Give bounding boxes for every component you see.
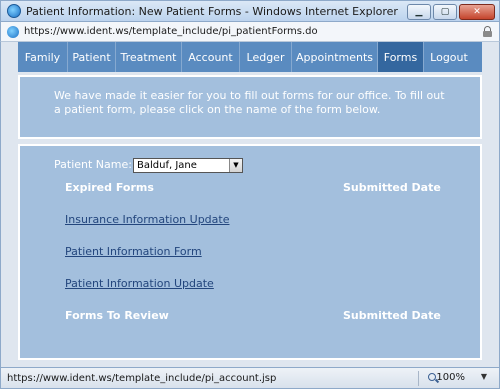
zoom-dropdown-icon[interactable]: ▼: [481, 372, 487, 381]
nav-item-patient[interactable]: Patient: [68, 42, 116, 72]
window-controls: ▁ ▢ ✕: [407, 4, 495, 20]
patient-name-select[interactable]: Balduf, Jane ▼: [133, 158, 243, 173]
page-content: Family Patient Treatment Account Ledger …: [0, 42, 500, 367]
nav-item-appointments[interactable]: Appointments: [292, 42, 378, 72]
nav-item-logout[interactable]: Logout: [424, 42, 474, 72]
form-link-patient-information-update[interactable]: Patient Information Update: [65, 277, 214, 290]
patient-name-label: Patient Name:: [54, 158, 132, 171]
ie-page-icon: [7, 25, 19, 38]
ie-logo-icon: [7, 4, 21, 18]
intro-text: We have made it easier for you to fill o…: [54, 89, 445, 116]
expired-submitted-date-heading: Submitted Date: [343, 181, 441, 194]
nav-item-account[interactable]: Account: [182, 42, 240, 72]
status-bar: https://www.ident.ws/template_include/pi…: [0, 367, 500, 389]
nav-item-treatment[interactable]: Treatment: [116, 42, 182, 72]
window-titlebar: Patient Information: New Patient Forms -…: [0, 0, 500, 22]
nav-item-forms[interactable]: Forms: [378, 42, 424, 72]
form-link-patient-information-form[interactable]: Patient Information Form: [65, 245, 202, 258]
expired-forms-heading: Expired Forms: [65, 181, 154, 194]
intro-panel: We have made it easier for you to fill o…: [18, 75, 482, 139]
zoom-level[interactable]: 100%: [436, 372, 465, 383]
nav-item-ledger[interactable]: Ledger: [240, 42, 292, 72]
address-url[interactable]: https://www.ident.ws/template_include/pi…: [24, 26, 318, 37]
address-bar[interactable]: https://www.ident.ws/template_include/pi…: [0, 22, 500, 42]
maximize-button[interactable]: ▢: [433, 4, 457, 20]
minimize-button[interactable]: ▁: [407, 4, 431, 20]
window-title: Patient Information: New Patient Forms -…: [26, 4, 398, 18]
dropdown-arrow-icon[interactable]: ▼: [229, 159, 242, 172]
close-button[interactable]: ✕: [459, 4, 495, 20]
forms-panel: Patient Name: Balduf, Jane ▼ Expired For…: [18, 144, 482, 360]
review-submitted-date-heading: Submitted Date: [343, 309, 441, 322]
main-nav: Family Patient Treatment Account Ledger …: [18, 42, 482, 72]
lock-icon[interactable]: [483, 26, 492, 37]
status-url: https://www.ident.ws/template_include/pi…: [7, 372, 277, 384]
status-separator: [418, 371, 419, 386]
form-link-insurance-information-update[interactable]: Insurance Information Update: [65, 213, 229, 226]
nav-item-family[interactable]: Family: [18, 42, 68, 72]
forms-to-review-heading: Forms To Review: [65, 309, 169, 322]
patient-name-value: Balduf, Jane: [137, 160, 197, 171]
